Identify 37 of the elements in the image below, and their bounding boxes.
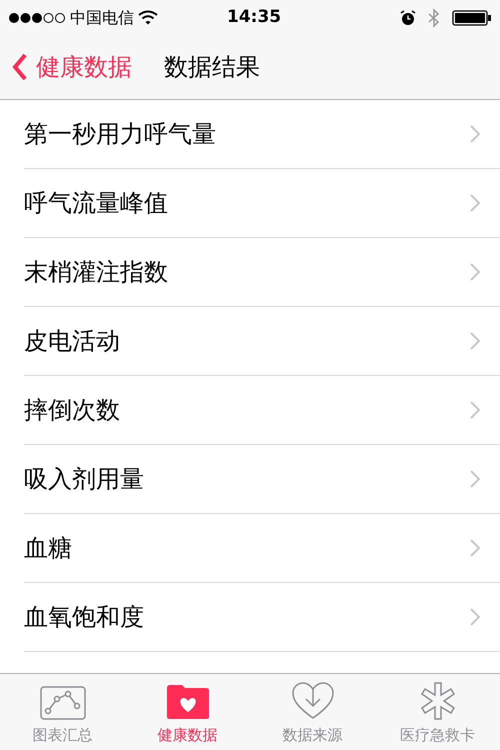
row-label: 末梢灌注指数: [24, 257, 168, 288]
chevron-right-icon: [470, 608, 480, 626]
carrier-name: 中国电信: [70, 6, 134, 28]
signal-icon: [8, 12, 66, 24]
list-row[interactable]: 末梢灌注指数: [24, 238, 500, 307]
list-row[interactable]: 皮电活动: [24, 307, 500, 376]
chevron-right-icon: [470, 194, 480, 212]
list-row[interactable]: 血糖: [24, 514, 500, 583]
bluetooth-icon: [428, 8, 440, 28]
asterisk-icon: [418, 682, 456, 720]
battery-icon: [452, 10, 492, 26]
row-label: 吸入剂用量: [24, 464, 144, 495]
list-row[interactable]: 血氧饱和度: [24, 583, 500, 652]
chart-icon: [40, 686, 86, 720]
list-row[interactable]: 第一秒用力呼气量: [24, 100, 500, 169]
clock-time: 14:35: [227, 6, 282, 29]
list-row[interactable]: 吸入剂用量: [24, 445, 500, 514]
alarm-icon: [400, 10, 416, 26]
list-row[interactable]: 摔倒次数: [24, 376, 500, 445]
row-label: 呼气流量峰值: [24, 188, 168, 219]
chevron-right-icon: [470, 539, 480, 557]
chevron-right-icon: [470, 470, 480, 488]
chevron-right-icon: [470, 332, 480, 350]
chevron-right-icon: [470, 401, 480, 419]
chevron-right-icon: [470, 125, 480, 143]
list-row[interactable]: 呼气流量峰值: [24, 169, 500, 238]
folder-heart-icon: [166, 684, 210, 720]
row-label: 皮电活动: [24, 326, 120, 357]
row-label: 血氧饱和度: [24, 602, 144, 633]
chevron-left-icon: [12, 53, 28, 81]
row-label: 第一秒用力呼气量: [24, 119, 216, 150]
row-label: 血糖: [24, 533, 72, 564]
chevron-right-icon: [470, 263, 480, 281]
wifi-icon: [138, 10, 158, 25]
heart-download-icon: [292, 682, 334, 720]
page-title: 数据结果: [164, 52, 260, 83]
row-label: 摔倒次数: [24, 395, 120, 426]
